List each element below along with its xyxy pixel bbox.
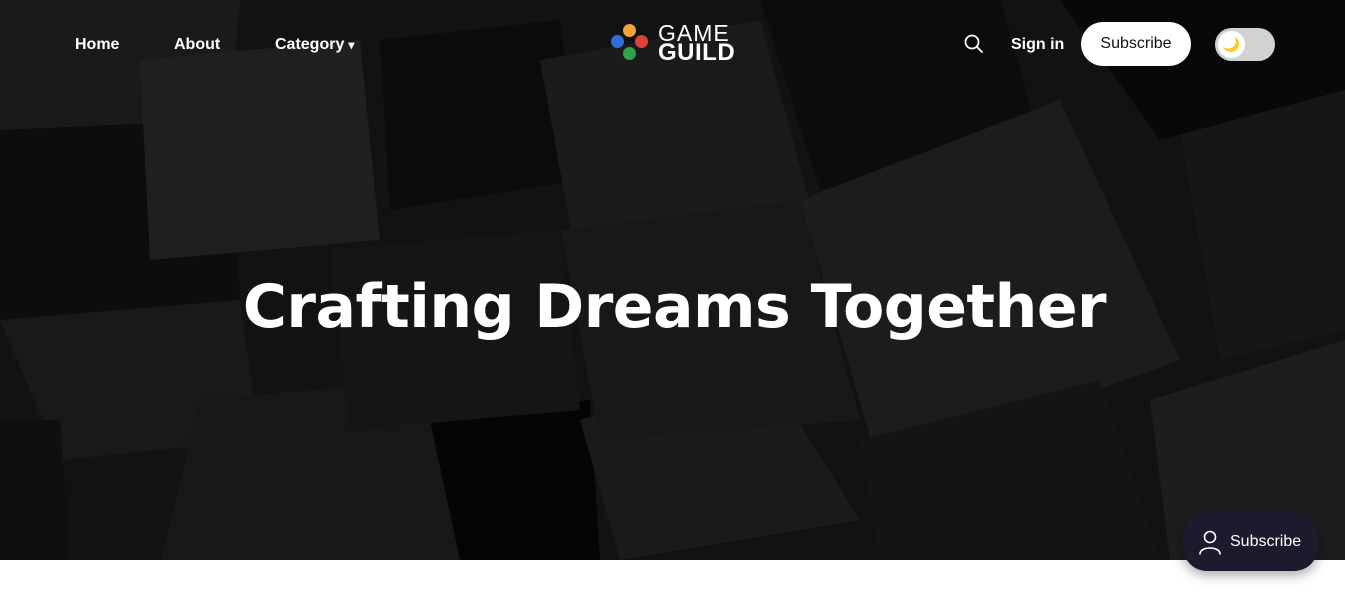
floating-subscribe-label: Subscribe (1230, 532, 1302, 550)
hero-title: Crafting Dreams Together (242, 272, 1107, 342)
logo-dot-orange (623, 24, 636, 37)
logo-dot-green (623, 47, 636, 60)
floating-subscribe-button[interactable]: Subscribe (1183, 512, 1318, 571)
logo-text: GAME GUILD (658, 22, 736, 66)
theme-toggle[interactable]: 🌙 (1215, 28, 1275, 61)
logo-dot-blue (611, 35, 624, 48)
hero-section: Home About Category ▾ GAME GUILD Sign in… (0, 0, 1345, 560)
nav-category-dropdown[interactable]: Category ▾ (275, 35, 354, 55)
nav-about-link[interactable]: About (174, 35, 220, 55)
top-navigation: Home About Category ▾ GAME GUILD Sign in… (0, 0, 1345, 90)
moon-icon: 🌙 (1218, 31, 1245, 58)
search-button[interactable] (963, 33, 985, 55)
subscribe-button[interactable]: Subscribe (1081, 22, 1191, 66)
logo-dots-icon (608, 22, 650, 64)
logo-line-guild: GUILD (658, 39, 736, 66)
logo-dot-red (635, 35, 648, 48)
nav-home-link[interactable]: Home (75, 35, 119, 55)
nav-category-label: Category (275, 36, 345, 53)
chevron-down-icon: ▾ (348, 38, 355, 52)
user-icon (1199, 530, 1221, 555)
sign-in-link[interactable]: Sign in (1011, 35, 1064, 55)
site-logo[interactable]: GAME GUILD (608, 22, 736, 66)
search-icon (964, 34, 983, 53)
